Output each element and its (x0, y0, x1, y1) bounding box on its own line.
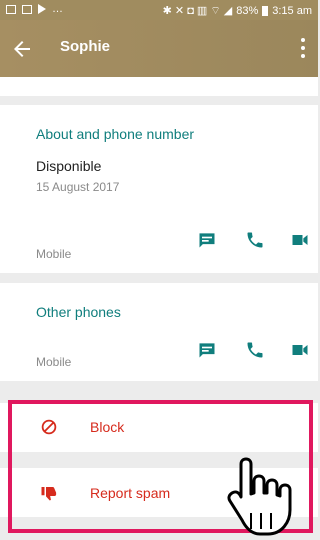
message-icon[interactable] (197, 340, 217, 360)
phone-call-icon[interactable] (245, 340, 265, 360)
mail-icon (22, 4, 32, 14)
play-icon (38, 4, 46, 14)
message-icon[interactable] (197, 230, 217, 250)
app-bar: Sophie (0, 20, 318, 77)
gallery-icon (6, 4, 16, 14)
battery-icon (262, 6, 269, 16)
about-status: Disponible (36, 158, 102, 174)
notification-icons: … (6, 3, 63, 15)
video-call-icon[interactable] (290, 340, 310, 360)
phone-type-label: Mobile (36, 247, 72, 261)
clock: 3:15 am (272, 5, 312, 17)
back-arrow-icon[interactable] (10, 37, 34, 61)
top-strip (0, 77, 318, 96)
other-phone-type-label: Mobile (36, 355, 72, 369)
signal-icons: ✱ ✕ ◘ ▥ ⌔ ◢ (162, 5, 233, 17)
system-icons: ✱ ✕ ◘ ▥ ⌔ ◢ 83% 3:15 am (163, 4, 312, 18)
about-date: 15 August 2017 (36, 180, 120, 194)
status-bar: … ✱ ✕ ◘ ▥ ⌔ ◢ 83% 3:15 am (0, 0, 318, 20)
phone-call-icon[interactable] (245, 230, 265, 250)
contact-name-title: Sophie (60, 38, 111, 55)
overflow-menu-icon[interactable] (300, 38, 306, 58)
about-section-title: About and phone number (36, 126, 195, 142)
other-phones-card: Other phones Mobile (0, 283, 318, 381)
other-phones-title: Other phones (36, 304, 121, 320)
hand-pointer-cursor-icon (227, 457, 292, 536)
about-card: About and phone number Disponible 15 Aug… (0, 105, 318, 273)
video-call-icon[interactable] (290, 230, 310, 250)
more-notifications-icon: … (52, 3, 63, 15)
battery-percent: 83% (236, 5, 259, 17)
